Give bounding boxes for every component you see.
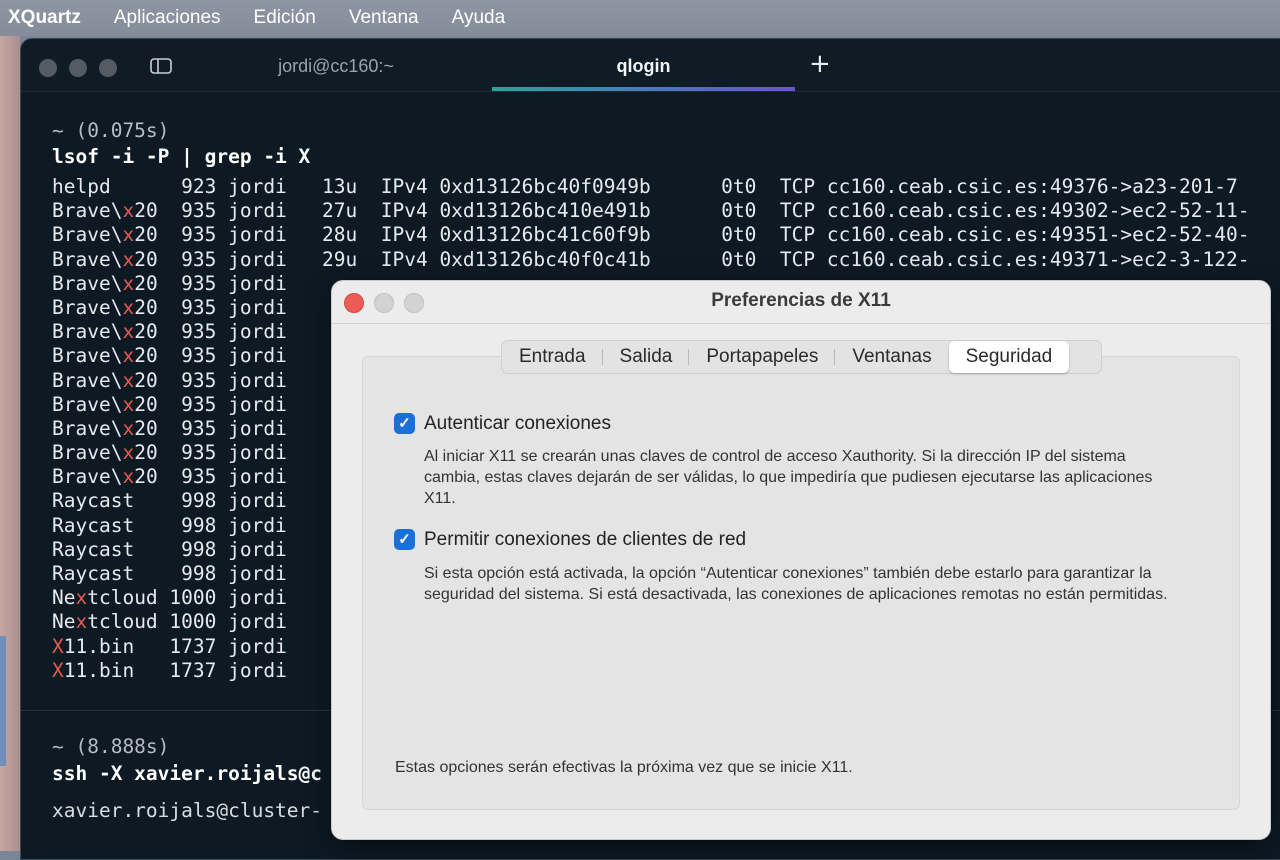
minimize-button[interactable]: [69, 59, 87, 77]
security-panel: ✓ Autenticar conexiones Al iniciar X11 s…: [362, 356, 1240, 810]
tab-jordi[interactable]: jordi@cc160:~: [181, 39, 491, 91]
prompt-timing: ~ (0.075s): [52, 119, 170, 142]
active-tab-indicator: [492, 87, 795, 91]
tab-qlogin[interactable]: qlogin: [492, 39, 795, 91]
terminal-titlebar: jordi@cc160:~ qlogin +: [21, 39, 1280, 92]
tab-entrada[interactable]: Entrada: [502, 341, 603, 373]
output-line: helpd 923 jordi 13u IPv4 0xd13126bc40f09…: [52, 175, 1238, 198]
command-output-2: xavier.roijals@cluster-: [52, 799, 323, 822]
desktop-background: [0, 36, 20, 851]
tab-ventanas[interactable]: Ventanas: [835, 341, 948, 373]
close-button[interactable]: [39, 59, 57, 77]
x11-preferences-dialog: Preferencias de X11 ✓ Autenticar conexio…: [331, 280, 1271, 840]
footer-note: Estas opciones serán efectivas la próxim…: [395, 759, 853, 776]
checkbox-permitir[interactable]: ✓: [394, 529, 415, 550]
zoom-button[interactable]: [99, 59, 117, 77]
option-label-permitir[interactable]: Permitir conexiones de clientes de red: [424, 529, 746, 551]
menu-app-name[interactable]: XQuartz: [8, 7, 81, 29]
output-line: Brave\x20 935 jordi 27u IPv4 0xd13126bc4…: [52, 199, 1250, 223]
menu-item-aplicaciones[interactable]: Aplicaciones: [114, 7, 221, 29]
dialog-title: Preferencias de X11: [332, 281, 1270, 324]
menu-bar: XQuartz Aplicaciones Edición Ventana Ayu…: [0, 0, 1280, 36]
tab-seguridad[interactable]: Seguridad: [948, 341, 1070, 373]
menu-item-ayuda[interactable]: Ayuda: [452, 7, 506, 29]
output-line: Brave\x20 935 jordi 29u IPv4 0xd13126bc4…: [52, 247, 1250, 271]
tab-qlogin-label: qlogin: [616, 56, 671, 76]
command-line[interactable]: lsof -i -P | grep -i X: [52, 145, 310, 168]
preferences-tabs: Entrada Salida Portapapeles Ventanas Seg…: [501, 340, 1102, 374]
tab-salida[interactable]: Salida: [603, 341, 690, 373]
option-label-autenticar[interactable]: Autenticar conexiones: [424, 413, 611, 435]
prompt-timing-2: ~ (8.888s): [52, 735, 170, 758]
menu-item-ventana[interactable]: Ventana: [349, 7, 419, 29]
output-line: Brave\x20 935 jordi 28u IPv4 0xd13126bc4…: [52, 223, 1250, 247]
sidebar-icon[interactable]: [150, 57, 172, 75]
checkbox-autenticar[interactable]: ✓: [394, 413, 415, 434]
tab-portapapeles[interactable]: Portapapeles: [689, 341, 836, 373]
command-line-2[interactable]: ssh -X xavier.roijals@c: [52, 762, 322, 785]
option-desc-permitir: Si esta opción está activada, la opción …: [424, 565, 1168, 603]
new-tab-button[interactable]: +: [809, 49, 831, 79]
menu-item-edicion[interactable]: Edición: [254, 7, 316, 29]
desktop-window-edge: [0, 636, 6, 766]
option-desc-autenticar: Al iniciar X11 se crearán unas claves de…: [424, 448, 1153, 507]
